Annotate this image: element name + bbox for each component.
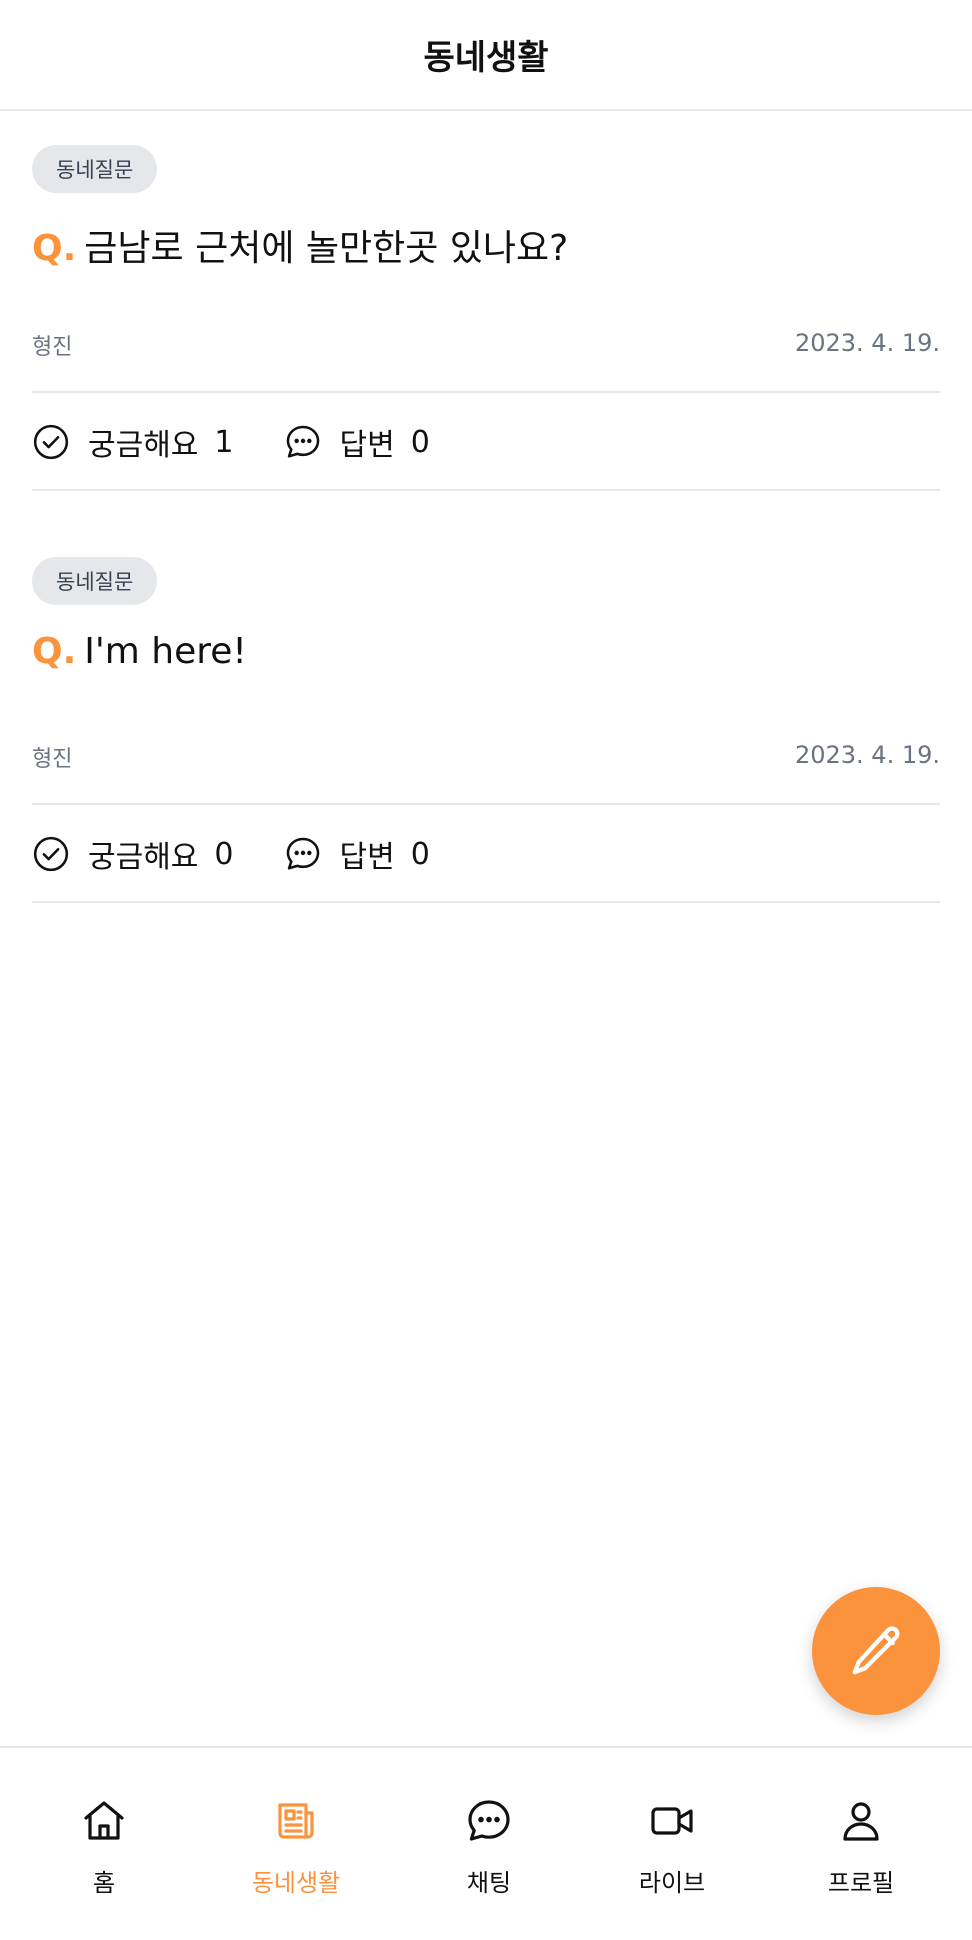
nav-item-neighborhood[interactable]: 동네생활 — [216, 1748, 376, 1898]
home-icon — [84, 1801, 124, 1840]
nav-label-home: 홈 — [92, 1869, 116, 1897]
page-title: 동네생활 — [423, 38, 549, 78]
bottom-navigation: 홈 동네생활 채팅 라이브 프로필 — [0, 1746, 972, 1940]
post-date: 2023. 4. 19. — [794, 741, 940, 769]
app-header: 동네생활 — [0, 0, 972, 111]
curious-button[interactable]: 궁금해요 0 — [32, 832, 234, 876]
post-actions: 궁금해요 1 답변 0 — [32, 417, 430, 467]
divider — [32, 489, 940, 491]
chat-icon — [468, 1800, 510, 1841]
post-card[interactable]: 동네질문 Q.I'm here! 형진 2023. 4. 19. 궁금해요 0 — [32, 523, 940, 935]
nav-item-chat[interactable]: 채팅 — [409, 1748, 569, 1898]
post-author: 형진 — [32, 335, 73, 360]
category-tag[interactable]: 동네질문 — [32, 145, 158, 193]
nav-item-home[interactable]: 홈 — [24, 1748, 184, 1898]
post-question[interactable]: Q. I'm here! — [32, 631, 247, 672]
pencil-icon — [852, 1626, 900, 1675]
post-question[interactable]: Q. 금남로 근처에 놀만한곳 있나요? — [32, 219, 568, 271]
answer-count: 0 — [410, 424, 430, 460]
post-feed: 동네질문 Q. 금남로 근처에 놀만한곳 있나요? 형진 2023. 4. 19.… — [32, 111, 940, 935]
divider — [32, 901, 940, 903]
curious-label: 궁금해요 — [88, 840, 199, 875]
post-actions: 궁금해요 0 답변 0 — [32, 829, 430, 879]
video-icon — [651, 1807, 693, 1835]
write-post-button[interactable] — [812, 1587, 940, 1715]
answer-count: 0 — [410, 836, 430, 872]
question-text: I'm here! — [84, 631, 247, 672]
nav-label-live: 라이브 — [638, 1869, 706, 1897]
nav-item-live[interactable]: 라이브 — [592, 1748, 752, 1898]
answer-label: 답변 — [339, 840, 395, 875]
post-date: 2023. 4. 19. — [794, 329, 940, 357]
nav-label-profile: 프로필 — [827, 1869, 895, 1897]
curious-button[interactable]: 궁금해요 1 — [32, 420, 234, 464]
user-icon — [843, 1802, 879, 1841]
newspaper-icon — [278, 1803, 314, 1839]
nav-label-neighborhood: 동네생활 — [251, 1869, 341, 1897]
divider — [32, 803, 940, 805]
curious-count: 0 — [214, 836, 234, 872]
chat-bubble-icon — [286, 837, 319, 870]
answer-label: 답변 — [339, 428, 395, 463]
post-card[interactable]: 동네질문 Q. 금남로 근처에 놀만한곳 있나요? 형진 2023. 4. 19.… — [32, 111, 940, 523]
question-mark-label: Q. — [32, 631, 77, 672]
curious-count: 1 — [214, 424, 234, 460]
answer-button[interactable]: 답변 0 — [284, 420, 430, 464]
chat-bubble-icon — [286, 425, 319, 458]
check-circle-icon — [33, 424, 69, 460]
post-author: 형진 — [32, 747, 73, 772]
nav-item-profile[interactable]: 프로필 — [781, 1748, 941, 1898]
check-circle-icon — [33, 836, 69, 872]
curious-label: 궁금해요 — [88, 428, 199, 463]
answer-button[interactable]: 답변 0 — [284, 832, 430, 876]
category-tag[interactable]: 동네질문 — [32, 557, 158, 605]
nav-label-chat: 채팅 — [466, 1869, 512, 1897]
divider — [32, 391, 940, 393]
question-text: 금남로 근처에 놀만한곳 있나요? — [84, 228, 569, 269]
question-mark-label: Q. — [32, 228, 77, 269]
